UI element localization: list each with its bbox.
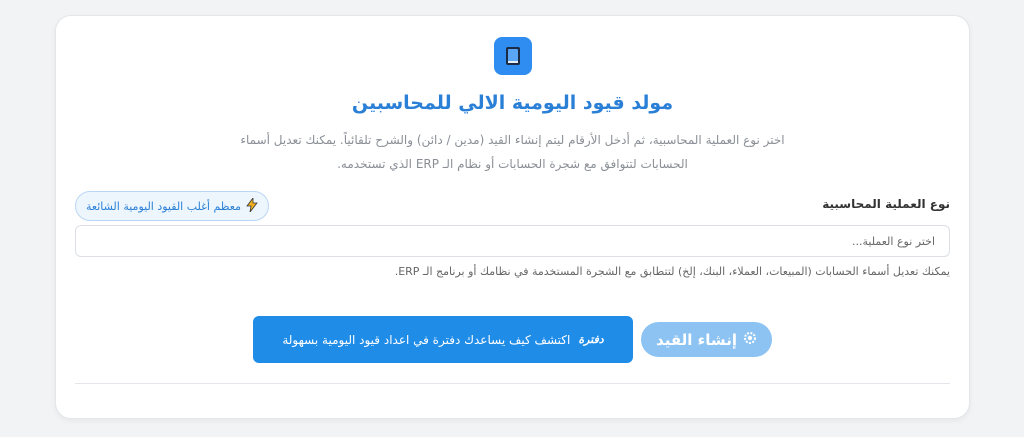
daftra-logo: دفترة — [578, 333, 604, 346]
description-line-1: اختر نوع العملية المحاسبية، ثم أدخل الأر… — [240, 133, 785, 147]
operation-type-select[interactable]: اختر نوع العملية... — [75, 225, 950, 257]
divider — [75, 383, 950, 384]
description-line-2: الحسابات لتتوافق مع شجرة الحسابات أو نظا… — [337, 157, 688, 171]
accounts-hint: يمكنك تعديل أسماء الحسابات (المبيعات، ال… — [394, 265, 950, 278]
promo-text: اكتشف كيف يساعدك دفترة في اعداد قيود الي… — [282, 332, 571, 347]
gear-icon — [743, 331, 757, 349]
daftra-promo-button[interactable]: دفترة اكتشف كيف يساعدك دفترة في اعداد قي… — [253, 316, 633, 363]
lightning-icon — [246, 196, 258, 215]
common-entries-button[interactable]: معظم أغلب القيود اليومية الشائعة — [75, 191, 270, 221]
create-entry-label: إنشاء القيد — [656, 330, 737, 349]
book-icon — [494, 37, 532, 75]
create-entry-button[interactable]: إنشاء القيد — [641, 322, 772, 357]
operation-type-label: نوع العملية المحاسبية — [822, 197, 950, 211]
page-title: مولد قيود اليومية الالي للمحاسبين — [351, 92, 674, 114]
common-entries-label: معظم أغلب القيود اليومية الشائعة — [86, 199, 242, 213]
page-description: اختر نوع العملية المحاسبية، ثم أدخل الأر… — [206, 128, 819, 176]
select-value: اختر نوع العملية... — [852, 234, 935, 248]
generator-card: مولد قيود اليومية الالي للمحاسبين اختر ن… — [55, 15, 970, 419]
